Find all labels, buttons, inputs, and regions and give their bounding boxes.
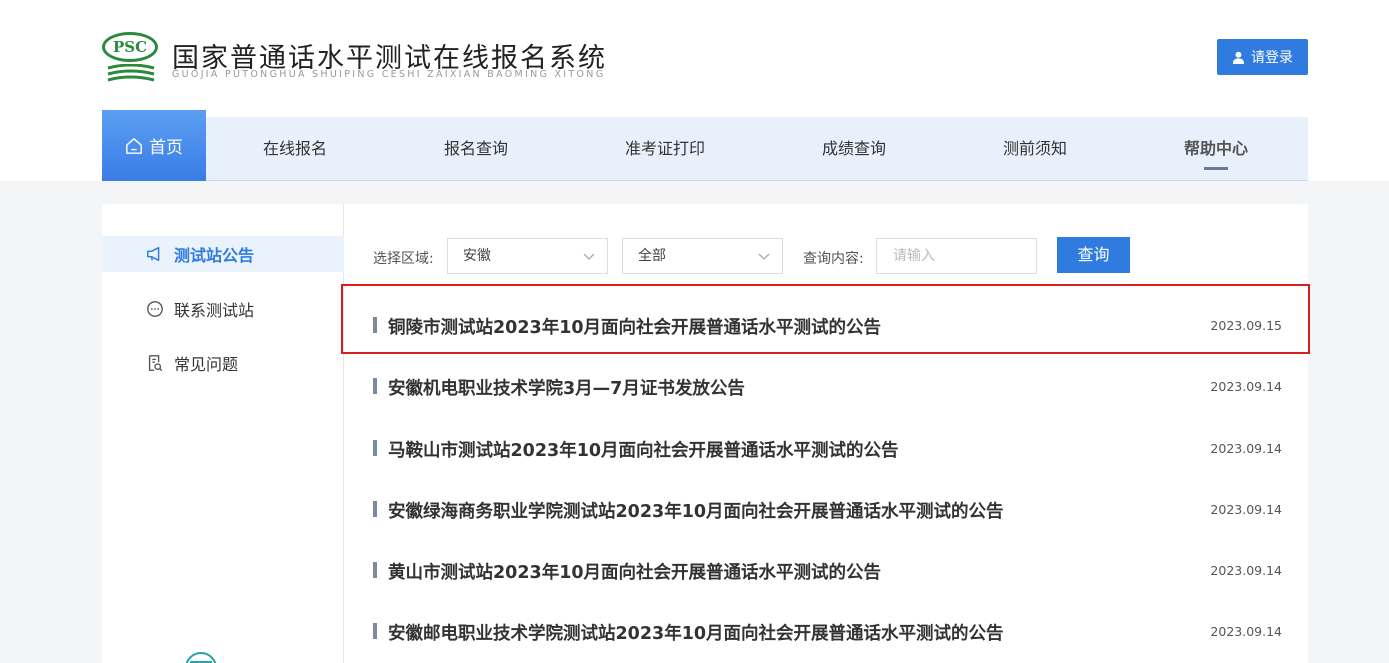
notice-title: 安徽机电职业技术学院3月—7月证书发放公告	[388, 379, 745, 399]
type-select[interactable]: 全部	[622, 238, 783, 274]
chevron-down-icon	[758, 253, 770, 260]
notice-bullet	[373, 378, 377, 394]
psc-logo: PSC	[102, 30, 158, 86]
notice-title: 黄山市测试站2023年10月面向社会开展普通话水平测试的公告	[388, 563, 882, 583]
type-select-value: 全部	[638, 248, 666, 264]
sidebar-item-label: 联系测试站	[174, 301, 255, 320]
home-icon	[126, 137, 142, 154]
notice-bullet	[373, 440, 377, 456]
nav-item-online-registration[interactable]: 在线报名	[263, 117, 327, 180]
notice-bullet	[373, 623, 377, 639]
region-select-value: 安徽	[463, 248, 491, 264]
notice-item[interactable]: 安徽邮电职业技术学院测试站2023年10月面向社会开展普通话水平测试的公告 20…	[372, 611, 1282, 651]
sidebar-item-label: 测试站公告	[174, 246, 255, 265]
decorative-emblem-icon	[185, 652, 217, 663]
notice-bullet	[373, 562, 377, 578]
logo-text: PSC	[102, 32, 158, 62]
sidebar: 测试站公告 联系测试站 常见问题	[102, 204, 344, 663]
notice-date: 2023.09.14	[1210, 379, 1282, 394]
notice-title: 马鞍山市测试站2023年10月面向社会开展普通话水平测试的公告	[388, 441, 899, 461]
notice-title: 安徽邮电职业技术学院测试站2023年10月面向社会开展普通话水平测试的公告	[388, 624, 1004, 644]
site-subtitle: GUOJIA PUTONGHUA SHUIPING CESHI ZAIXIAN …	[172, 69, 606, 80]
region-select[interactable]: 安徽	[447, 238, 608, 274]
notice-title: 安徽绿海商务职业学院测试站2023年10月面向社会开展普通话水平测试的公告	[388, 502, 1004, 522]
notice-item[interactable]: 安徽机电职业技术学院3月—7月证书发放公告 2023.09.14	[372, 366, 1282, 406]
nav-item-admission-ticket[interactable]: 准考证打印	[625, 117, 705, 180]
sidebar-item-station-notices[interactable]: 测试站公告	[102, 236, 344, 272]
nav-home-label: 首页	[149, 138, 183, 158]
search-input[interactable]	[876, 238, 1037, 274]
nav-item-score-query[interactable]: 成绩查询	[822, 117, 886, 180]
active-underline	[1204, 167, 1228, 170]
notice-date: 2023.09.15	[1210, 318, 1282, 333]
logo-stripes-icon	[107, 64, 155, 82]
notice-item[interactable]: 铜陵市测试站2023年10月面向社会开展普通话水平测试的公告 2023.09.1…	[372, 305, 1282, 345]
notice-item[interactable]: 安徽绿海商务职业学院测试站2023年10月面向社会开展普通话水平测试的公告 20…	[372, 489, 1282, 529]
query-label: 查询内容:	[803, 251, 864, 267]
content-panel: 测试站公告 联系测试站 常见问题 选择区域: 安徽 全部 查询内容: 请输入 查…	[102, 204, 1308, 663]
nav-item-registration-query[interactable]: 报名查询	[444, 117, 508, 180]
user-icon	[1232, 51, 1245, 64]
document-search-icon	[148, 355, 163, 372]
notice-date: 2023.09.14	[1210, 624, 1282, 639]
login-label: 请登录	[1251, 50, 1293, 66]
notice-date: 2023.09.14	[1210, 441, 1282, 456]
notice-bullet	[373, 317, 377, 333]
notice-date: 2023.09.14	[1210, 502, 1282, 517]
nav-item-help-center[interactable]: 帮助中心	[1184, 117, 1248, 180]
notice-title: 铜陵市测试站2023年10月面向社会开展普通话水平测试的公告	[388, 318, 882, 338]
notice-item[interactable]: 马鞍山市测试站2023年10月面向社会开展普通话水平测试的公告 2023.09.…	[372, 428, 1282, 468]
chevron-down-icon	[583, 253, 595, 260]
sidebar-item-contact-station[interactable]: 联系测试站	[102, 291, 344, 327]
notice-date: 2023.09.14	[1210, 563, 1282, 578]
query-button[interactable]: 查询	[1057, 237, 1130, 273]
megaphone-icon	[147, 246, 160, 262]
region-label: 选择区域:	[373, 251, 434, 267]
chat-bubble-icon	[147, 301, 163, 317]
sidebar-item-faq[interactable]: 常见问题	[102, 345, 344, 381]
sidebar-item-label: 常见问题	[174, 355, 239, 374]
login-button[interactable]: 请登录	[1217, 39, 1308, 75]
notice-item[interactable]: 黄山市测试站2023年10月面向社会开展普通话水平测试的公告 2023.09.1…	[372, 550, 1282, 590]
nav-help-label: 帮助中心	[1184, 139, 1249, 158]
notice-bullet	[373, 501, 377, 517]
nav-item-home[interactable]: 首页	[102, 110, 206, 181]
nav-item-pretest-notice[interactable]: 测前须知	[1003, 117, 1067, 180]
main-nav: 首页 在线报名 报名查询 准考证打印 成绩查询 测前须知 帮助中心	[102, 110, 1308, 181]
